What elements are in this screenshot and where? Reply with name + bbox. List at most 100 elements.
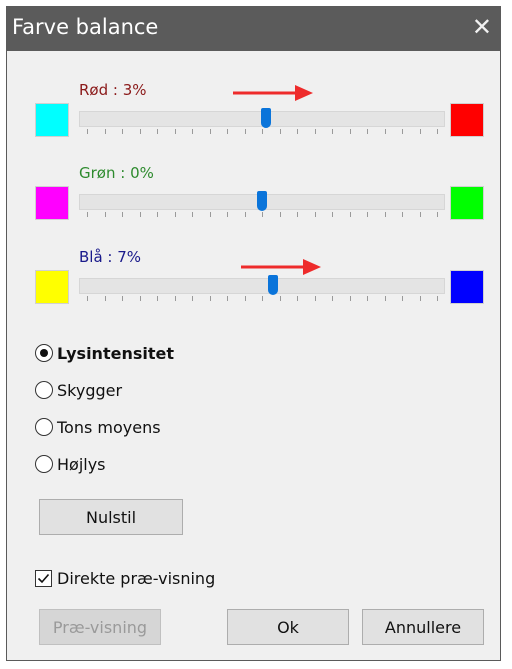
slider-tick bbox=[437, 212, 438, 217]
radio-indicator[interactable] bbox=[35, 344, 53, 362]
red-swatch bbox=[450, 103, 484, 137]
slider-tick bbox=[227, 212, 228, 217]
slider-tick bbox=[437, 296, 438, 301]
slider-tick bbox=[437, 129, 438, 134]
radio-indicator[interactable] bbox=[35, 455, 53, 473]
slider-tick bbox=[297, 296, 298, 301]
blue-slider-thumb[interactable] bbox=[268, 275, 278, 295]
cyan-swatch bbox=[35, 103, 69, 137]
radio-indicator[interactable] bbox=[35, 381, 53, 399]
slider-tick bbox=[174, 129, 176, 134]
slider-tick bbox=[402, 296, 403, 301]
red-slider-label: Rød : 3% bbox=[79, 81, 147, 99]
slider-tick bbox=[122, 129, 123, 134]
direct-preview-checkbox-row[interactable]: Direkte præ-visning bbox=[35, 569, 215, 588]
slider-tick bbox=[297, 129, 298, 134]
slider-tick bbox=[244, 212, 246, 217]
radio-lysintensitet[interactable]: Lysintensitet bbox=[35, 340, 174, 366]
slider-tick bbox=[139, 212, 141, 217]
slider-tick bbox=[87, 212, 88, 217]
slider-tick bbox=[384, 129, 386, 134]
blue-slider-ticks bbox=[79, 296, 445, 302]
slider-tick bbox=[262, 296, 263, 301]
slider-tick bbox=[209, 212, 211, 217]
slider-tick bbox=[314, 212, 316, 217]
slider-tick bbox=[419, 296, 421, 301]
radio-skygger[interactable]: Skygger bbox=[35, 377, 122, 403]
right-arrow-icon bbox=[233, 85, 313, 101]
slider-tick bbox=[297, 212, 298, 217]
slider-tick bbox=[332, 129, 333, 134]
slider-tick bbox=[87, 129, 88, 134]
slider-tick bbox=[227, 296, 228, 301]
ok-button[interactable]: Ok bbox=[227, 609, 349, 645]
slider-tick bbox=[157, 212, 158, 217]
close-icon[interactable]: ✕ bbox=[472, 13, 492, 41]
slider-tick bbox=[314, 129, 316, 134]
slider-tick bbox=[349, 212, 351, 217]
title-bar: Farve balance ✕ bbox=[7, 7, 500, 51]
slider-tick bbox=[122, 296, 123, 301]
slider-tick bbox=[174, 296, 176, 301]
cancel-button[interactable]: Annullere bbox=[362, 609, 484, 645]
slider-tick bbox=[279, 296, 281, 301]
slider-tick bbox=[139, 129, 141, 134]
slider-tick bbox=[419, 129, 421, 134]
slider-tick bbox=[384, 212, 386, 217]
slider-tick bbox=[314, 296, 316, 301]
slider-tick bbox=[104, 296, 106, 301]
color-balance-dialog: Farve balance ✕ Rød : 3% Grøn : 0% Blå :… bbox=[6, 6, 501, 661]
red-slider-thumb[interactable] bbox=[261, 108, 271, 128]
slider-tick bbox=[157, 296, 158, 301]
blue-swatch bbox=[450, 270, 484, 304]
slider-tick bbox=[244, 129, 246, 134]
green-swatch bbox=[450, 186, 484, 220]
slider-tick bbox=[192, 296, 193, 301]
slider-tick bbox=[104, 212, 106, 217]
blue-slider-track[interactable] bbox=[79, 278, 445, 294]
radio-label: Skygger bbox=[57, 380, 123, 400]
green-slider-label: Grøn : 0% bbox=[79, 164, 154, 182]
slider-tick bbox=[209, 296, 211, 301]
slider-tick bbox=[349, 296, 351, 301]
slider-tick bbox=[139, 296, 141, 301]
blue-slider-label: Blå : 7% bbox=[79, 248, 142, 266]
slider-tick bbox=[262, 212, 263, 217]
slider-tick bbox=[367, 296, 368, 301]
slider-tick bbox=[384, 296, 386, 301]
right-arrow-icon bbox=[241, 259, 321, 275]
slider-tick bbox=[174, 212, 176, 217]
slider-tick bbox=[402, 212, 403, 217]
slider-tick bbox=[122, 212, 123, 217]
slider-tick bbox=[209, 129, 211, 134]
checkmark-icon bbox=[37, 573, 50, 584]
direct-preview-checkbox[interactable] bbox=[35, 570, 52, 587]
magenta-swatch bbox=[35, 186, 69, 220]
direct-preview-label: Direkte præ-visning bbox=[57, 569, 216, 588]
slider-tick bbox=[279, 129, 281, 134]
slider-tick bbox=[419, 212, 421, 217]
preview-button[interactable]: Præ-visning bbox=[39, 609, 161, 645]
slider-tick bbox=[87, 296, 88, 301]
slider-tick bbox=[402, 129, 403, 134]
slider-tick bbox=[367, 212, 368, 217]
slider-tick bbox=[192, 212, 193, 217]
green-slider-row: Grøn : 0% bbox=[7, 164, 500, 234]
slider-tick bbox=[157, 129, 158, 134]
slider-tick bbox=[279, 212, 281, 217]
radio-indicator[interactable] bbox=[35, 418, 53, 436]
red-slider-ticks bbox=[79, 129, 445, 135]
green-slider-thumb[interactable] bbox=[257, 191, 267, 211]
yellow-swatch bbox=[35, 270, 69, 304]
radio-tons-moyens[interactable]: Tons moyens bbox=[35, 414, 161, 440]
radio-label: Højlys bbox=[57, 454, 106, 474]
green-slider-ticks bbox=[79, 212, 445, 218]
radio-label: Lysintensitet bbox=[57, 343, 174, 363]
slider-tick bbox=[192, 129, 193, 134]
radio-label: Tons moyens bbox=[57, 417, 161, 437]
slider-tick bbox=[367, 129, 368, 134]
reset-button[interactable]: Nulstil bbox=[39, 499, 183, 535]
slider-tick bbox=[332, 212, 333, 217]
radio-hojlys[interactable]: Højlys bbox=[35, 451, 106, 477]
slider-tick bbox=[262, 129, 263, 134]
